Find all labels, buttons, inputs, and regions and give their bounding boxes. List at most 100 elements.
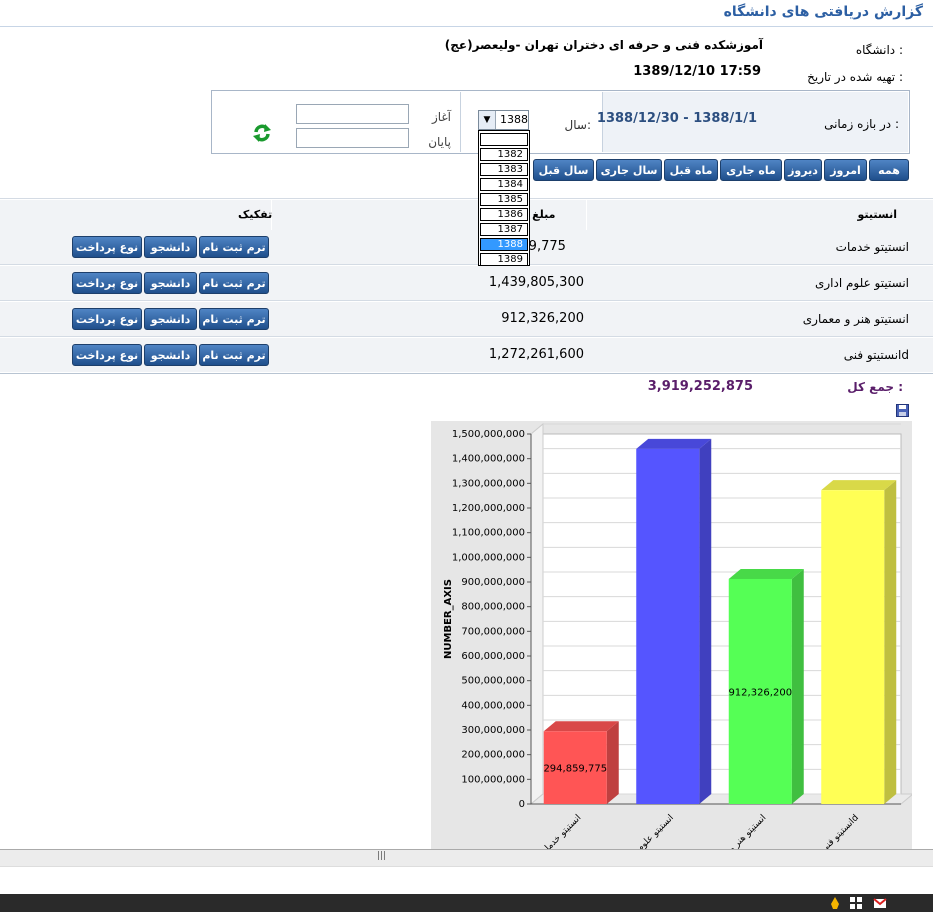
period-today-button[interactable]: امروز — [824, 159, 867, 181]
row-divider — [0, 264, 933, 265]
y-tick-label: 1,200,000,000 — [452, 503, 525, 514]
bar-side — [699, 438, 712, 804]
row-institute: انستیتو فنیd — [843, 348, 909, 362]
period-current-month-button[interactable]: ماه جاری — [720, 159, 782, 181]
bar-side — [606, 721, 619, 804]
range-value: 1388/12/30 - 1388/1/1 — [596, 111, 757, 126]
bar-data-label: 294,859,775 — [543, 764, 607, 775]
year-option[interactable]: 1386 — [480, 208, 528, 221]
taskbar — [0, 894, 933, 912]
bar-top — [543, 721, 619, 732]
year-option[interactable] — [480, 133, 528, 146]
term-button[interactable]: ترم ثبت نام — [199, 236, 269, 258]
plot-side-wall — [530, 422, 544, 806]
bar-top — [636, 438, 712, 449]
year-option[interactable]: 1383 — [480, 163, 528, 176]
y-tick-label: 500,000,000 — [461, 676, 525, 687]
payment-type-button[interactable]: نوع پرداخت — [72, 236, 142, 258]
mail-icon[interactable] — [873, 896, 887, 910]
scroll-grip[interactable]: ||| — [377, 851, 386, 861]
period-last-year-button[interactable]: سال قبل — [533, 159, 594, 181]
payment-type-button[interactable]: نوع پرداخت — [72, 344, 142, 366]
student-button[interactable]: دانشجو — [144, 272, 197, 294]
university-name: آموزشکده فنی و حرفه ای دختران تهران -ولی… — [444, 38, 763, 52]
y-tick-label: 1,000,000,000 — [452, 552, 525, 563]
period-yesterday-button[interactable]: دیروز — [784, 159, 822, 181]
y-tick-label: 1,400,000,000 — [452, 454, 525, 465]
period-last-month-button[interactable]: ماه قبل — [664, 159, 718, 181]
table-bottom-border — [0, 373, 933, 374]
year-option[interactable]: 1382 — [480, 148, 528, 161]
flame-icon[interactable] — [828, 896, 842, 910]
y-tick-label: 800,000,000 — [461, 602, 525, 613]
year-option[interactable]: 1387 — [480, 223, 528, 236]
start-label: آغاز — [431, 110, 451, 124]
row-institute: انستیتو هنر و معماری — [802, 312, 909, 326]
start-date-input[interactable] — [296, 104, 409, 124]
year-select-value: 1388 — [500, 113, 528, 126]
end-label: پایان — [428, 135, 451, 149]
student-button[interactable]: دانشجو — [144, 308, 197, 330]
y-tick-label: 1,300,000,000 — [452, 478, 525, 489]
row-amount: 912,326,200 — [501, 311, 584, 326]
x-tick-label: انستیتو فنیd — [819, 813, 861, 849]
student-button[interactable]: دانشجو — [144, 344, 197, 366]
x-tick-label: انستیتو خدمات — [537, 813, 583, 849]
year-option[interactable]: 1384 — [480, 178, 528, 191]
university-label: دانشگاه : — [855, 43, 903, 57]
term-button[interactable]: ترم ثبت نام — [199, 344, 269, 366]
prepared-datetime: 1389/12/10 17:59 — [633, 64, 761, 79]
x-tick-label: انستیتو هنر و م — [721, 813, 768, 849]
bar-side — [884, 480, 897, 804]
horizontal-scrollbar[interactable]: ||| — [0, 849, 933, 866]
y-tick-label: 600,000,000 — [461, 651, 525, 662]
year-dropdown-list: 1382 1383 1384 1385 1386 1387 1388 1389 — [478, 130, 530, 266]
row-institute: انستیتو خدمات — [835, 240, 909, 254]
end-date-input[interactable] — [296, 128, 409, 148]
term-button[interactable]: ترم ثبت نام — [199, 272, 269, 294]
student-button[interactable]: دانشجو — [144, 236, 197, 258]
y-tick-label: 1,500,000,000 — [452, 429, 525, 440]
row-divider — [0, 300, 933, 301]
year-option[interactable]: 1385 — [480, 193, 528, 206]
y-tick-label: 1,100,000,000 — [452, 528, 525, 539]
total-label: جمع کل : — [847, 380, 903, 394]
chevron-down-icon[interactable]: ▼ — [479, 111, 496, 129]
payment-type-button[interactable]: نوع پرداخت — [72, 308, 142, 330]
header-breakdown: تفکیک — [238, 208, 273, 221]
y-tick-label: 300,000,000 — [461, 725, 525, 736]
year-option-selected[interactable]: 1388 — [480, 238, 528, 251]
y-tick-label: 400,000,000 — [461, 700, 525, 711]
y-tick-label: 200,000,000 — [461, 750, 525, 761]
y-tick-label: 100,000,000 — [461, 774, 525, 785]
save-icon[interactable] — [896, 404, 909, 417]
year-option[interactable]: 1389 — [480, 253, 528, 266]
term-button[interactable]: ترم ثبت نام — [199, 308, 269, 330]
year-label: سال: — [564, 118, 591, 132]
period-current-year-button[interactable]: سال جاری — [596, 159, 662, 181]
table-top-border — [0, 198, 933, 199]
header-institute: انستیتو — [857, 208, 897, 221]
x-tick-label: انستیتو علوم ادا — [627, 813, 676, 849]
row-amount: 1,272,261,600 — [488, 347, 584, 362]
y-tick-label: 700,000,000 — [461, 626, 525, 637]
payment-type-button[interactable]: نوع پرداخت — [72, 272, 142, 294]
bar-side — [791, 568, 804, 804]
refresh-icon[interactable] — [252, 123, 272, 143]
page-title: گزارش دریافتی های دانشگاه — [723, 4, 923, 20]
total-value: 3,919,252,875 — [647, 379, 753, 394]
table-header-row — [0, 200, 933, 230]
bar — [821, 490, 885, 804]
row-amount: 1,439,805,300 — [488, 275, 584, 290]
range-label: در بازه زمانی : — [824, 117, 899, 131]
network-icon[interactable] — [849, 896, 863, 910]
prepared-label: تهیه شده در تاریخ : — [807, 70, 903, 84]
bar-data-label: 912,326,200 — [728, 687, 792, 698]
status-bar — [0, 866, 933, 894]
bar — [636, 448, 700, 804]
period-all-button[interactable]: همه — [869, 159, 909, 181]
row-divider — [0, 336, 933, 337]
bar-chart: 0 100,000,000 200,000,000 300,000,000 400,00… — [443, 422, 912, 849]
bar-top — [821, 480, 897, 491]
y-tick-label: 0 — [519, 799, 525, 810]
